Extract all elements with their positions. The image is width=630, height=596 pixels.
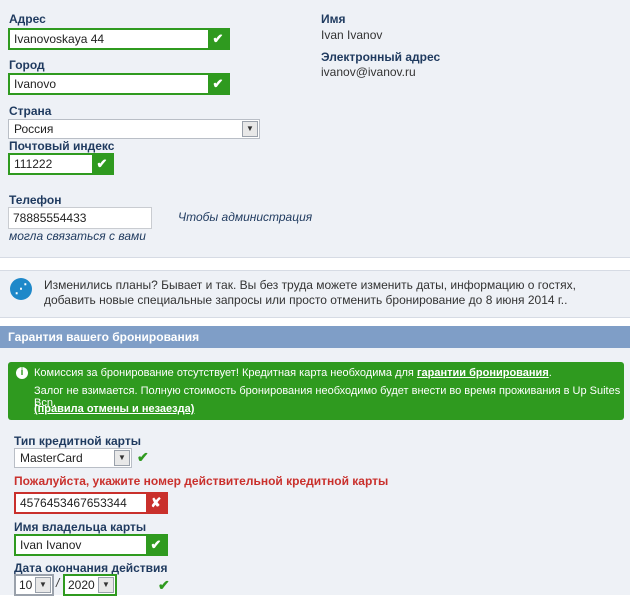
postal-field[interactable]: ✔ [8, 153, 114, 175]
expiry-separator: / [56, 576, 60, 590]
expiry-month-select[interactable]: 10 ▼ [14, 574, 54, 596]
holder-label: Имя владельца карты [14, 520, 147, 534]
check-icon: ✔ [208, 30, 228, 48]
country-select[interactable]: Россия ▼ [8, 119, 260, 139]
email-label: Электронный адрес [321, 50, 441, 64]
chevron-down-icon[interactable]: ▼ [114, 450, 130, 466]
change-plans-text: Изменились планы? Бывает и так. Вы без т… [44, 278, 576, 307]
chevron-down-icon[interactable]: ▼ [35, 577, 51, 593]
check-icon: ✔ [92, 155, 112, 173]
guarantee-notice-line1: Комиссия за бронирование отсутствует! Кр… [34, 367, 552, 379]
postal-input[interactable] [10, 155, 92, 173]
expiry-label: Дата окончания действия [14, 561, 168, 575]
address-field[interactable]: ✔ [8, 28, 230, 50]
city-field[interactable]: ✔ [8, 73, 230, 95]
name-value: Ivan Ivanov [321, 28, 383, 42]
error-x-icon: ✘ [146, 494, 166, 512]
country-label: Страна [9, 104, 52, 118]
info-circle-icon: i [16, 367, 28, 379]
guarantee-title: Гарантия вашего бронирования [8, 330, 200, 344]
address-label: Адрес [9, 12, 46, 26]
check-icon: ✔ [146, 536, 166, 554]
name-label: Имя [321, 12, 346, 26]
holder-field[interactable]: ✔ [14, 534, 168, 556]
city-label: Город [9, 58, 45, 72]
check-icon: ✔ [208, 75, 228, 93]
notice-end: . [548, 367, 552, 379]
card-number-input[interactable] [16, 494, 146, 512]
chevron-down-icon[interactable]: ▼ [242, 121, 258, 137]
card-number-error: Пожалуйста, укажите номер действительной… [14, 474, 389, 488]
chevron-down-icon[interactable]: ▼ [98, 577, 114, 593]
cancellation-policy-link[interactable]: (правила отмены и незаезда) [34, 403, 194, 415]
card-type-label: Тип кредитной карты [14, 434, 141, 448]
card-type-select[interactable]: MasterCard ▼ [14, 448, 132, 468]
guarantee-link[interactable]: гарантии бронирования [417, 367, 549, 379]
country-value: Россия [14, 122, 54, 136]
phone-field[interactable] [8, 207, 152, 229]
address-input[interactable] [10, 30, 208, 48]
phone-label: Телефон [9, 193, 62, 207]
phone-hint-line1: Чтобы администрация [178, 210, 313, 224]
phone-hint-line2: могла связаться с вами [9, 229, 146, 243]
city-input[interactable] [10, 75, 208, 93]
card-number-field[interactable]: ✘ [14, 492, 168, 514]
expiry-year-select[interactable]: 2020 ▼ [63, 574, 117, 596]
email-value: ivanov@ivanov.ru [321, 65, 416, 79]
holder-input[interactable] [16, 536, 146, 554]
postal-label: Почтовый индекс [9, 139, 115, 153]
phone-input[interactable] [9, 208, 147, 228]
info-icon: ⋰ [10, 278, 32, 300]
notice-text: Комиссия за бронирование отсутствует! Кр… [34, 367, 417, 379]
check-icon: ✔ [158, 577, 170, 593]
check-icon: ✔ [137, 449, 149, 465]
